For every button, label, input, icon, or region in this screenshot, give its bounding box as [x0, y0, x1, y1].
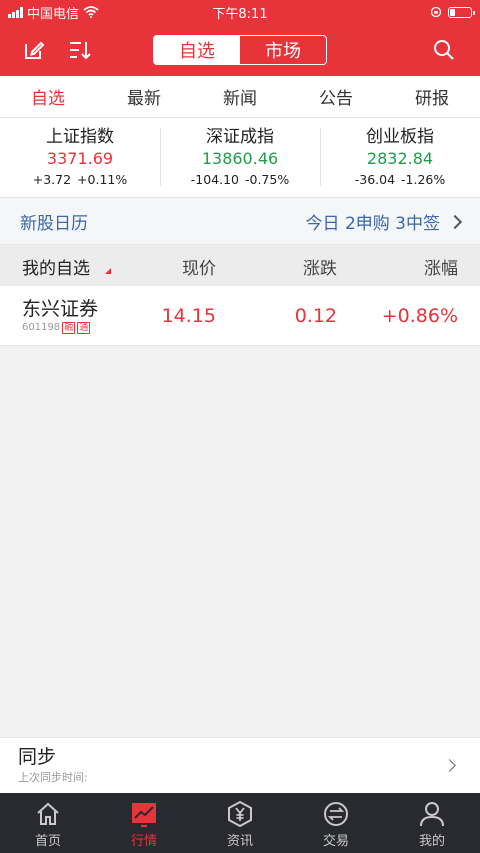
segment-control: 自选 市场 — [153, 35, 327, 65]
tabbar-label: 资讯 — [226, 834, 253, 849]
sync-row[interactable]: 同步 上次同步时间: — [0, 737, 480, 793]
index-shenzhen[interactable]: 深证成指 13860.46 -104.10 -0.75% — [160, 118, 320, 197]
index-chinext[interactable]: 创业板指 2832.84 -36.04 -1.26% — [320, 118, 480, 197]
watchlist-table-header: 我的自选 现价 涨跌 涨幅 — [0, 246, 480, 286]
status-right — [292, 6, 475, 18]
index-change: +3.72 +0.11% — [33, 170, 127, 190]
segment-watchlist[interactable]: 自选 — [154, 36, 240, 64]
stock-name-cell: 东兴证券 601198 融 通 — [0, 297, 140, 335]
status-bar: 中国电信 下午8:11 — [0, 0, 480, 24]
tab-research[interactable]: 研报 — [384, 76, 480, 117]
list-empty-area — [0, 347, 480, 736]
home-icon — [33, 799, 63, 829]
tabbar-label: 行情 — [130, 834, 157, 849]
index-change-percent: -1.26% — [401, 171, 446, 187]
index-change-points: -36.04 — [354, 171, 396, 187]
status-time: 下午8:11 — [212, 6, 268, 22]
carrier-label: 中国电信 — [27, 6, 80, 22]
index-value: 13860.46 — [201, 148, 279, 168]
wifi-icon — [83, 6, 99, 18]
tabbar-item-market[interactable]: 行情 — [96, 793, 192, 853]
index-name: 创业板指 — [366, 126, 434, 147]
stock-change: 0.12 — [294, 304, 337, 327]
yuan-shield-icon — [225, 799, 255, 829]
stock-code: 601198 — [22, 321, 61, 333]
exchange-icon — [321, 799, 351, 829]
ipo-calendar-summary: 今日 2申购 3中签 — [305, 214, 440, 234]
index-value: 2832.84 — [366, 148, 434, 168]
tabbar-item-news[interactable]: 资讯 — [192, 793, 288, 853]
header-name[interactable]: 我的自选 — [0, 254, 130, 279]
index-shanghai[interactable]: 上证指数 3371.69 +3.72 +0.11% — [0, 118, 160, 197]
status-left: 中国电信 — [8, 3, 188, 22]
index-name: 上证指数 — [46, 126, 114, 147]
segment-market[interactable]: 市场 — [240, 36, 326, 64]
sync-subtitle: 上次同步时间: — [18, 771, 88, 784]
tabbar-item-home[interactable]: 首页 — [0, 793, 96, 853]
margin-tag: 融 — [62, 321, 76, 334]
stock-percent: +0.86% — [381, 304, 458, 327]
search-icon[interactable] — [430, 36, 458, 64]
chevron-right-icon — [447, 214, 463, 229]
tabbar-label: 我的 — [418, 834, 445, 849]
index-change: -104.10 -0.75% — [191, 170, 289, 190]
index-change-percent: +0.11% — [77, 171, 128, 187]
ipo-calendar-title: 新股日历 — [20, 214, 88, 234]
index-name: 深证成指 — [206, 126, 274, 147]
signal-icon — [8, 6, 23, 18]
stock-price: 14.15 — [161, 304, 216, 327]
index-change-percent: -0.75% — [245, 171, 290, 187]
bottom-tab-bar: 首页 行情 资讯 交易 我的 — [0, 793, 480, 853]
tabbar-item-me[interactable]: 我的 — [384, 793, 480, 853]
tabbar-label: 首页 — [34, 834, 61, 849]
edit-icon[interactable] — [20, 36, 48, 64]
market-chart-icon — [129, 799, 159, 829]
index-change: -36.04 -1.26% — [355, 170, 446, 190]
sync-title: 同步 — [18, 746, 57, 768]
header-percent[interactable]: 涨幅 — [337, 254, 458, 279]
tab-news[interactable]: 新闻 — [192, 76, 288, 117]
sub-tabs: 自选 最新 新闻 公告 研报 — [0, 76, 480, 118]
user-icon — [417, 799, 447, 829]
sort-indicator-icon — [105, 267, 111, 274]
tabbar-item-trade[interactable]: 交易 — [288, 793, 384, 853]
index-panel: 上证指数 3371.69 +3.72 +0.11% 深证成指 13860.46 … — [0, 118, 480, 198]
index-change-points: -104.10 — [190, 171, 240, 187]
stock-name: 东兴证券 — [22, 297, 99, 320]
header-change[interactable]: 涨跌 — [216, 254, 337, 279]
table-row[interactable]: 东兴证券 601198 融 通 14.15 0.12 +0.86% — [0, 286, 480, 346]
header-name-label: 我的自选 — [22, 258, 90, 279]
nav-bar: 自选 市场 — [0, 24, 480, 76]
index-change-points: +3.72 — [32, 171, 72, 187]
header-price[interactable]: 现价 — [130, 254, 216, 279]
sort-icon[interactable] — [66, 36, 94, 64]
tabbar-label: 交易 — [322, 834, 349, 849]
tab-watchlist[interactable]: 自选 — [0, 76, 96, 117]
battery-icon — [448, 6, 475, 18]
tab-latest[interactable]: 最新 — [96, 76, 192, 117]
connect-tag: 通 — [77, 321, 91, 334]
orientation-lock-icon — [430, 6, 442, 18]
stock-code-line: 601198 融 通 — [22, 321, 140, 335]
ipo-calendar-row[interactable]: 新股日历 今日 2申购 3中签 — [0, 199, 480, 245]
tab-announcements[interactable]: 公告 — [288, 76, 384, 117]
index-value: 3371.69 — [46, 148, 114, 168]
